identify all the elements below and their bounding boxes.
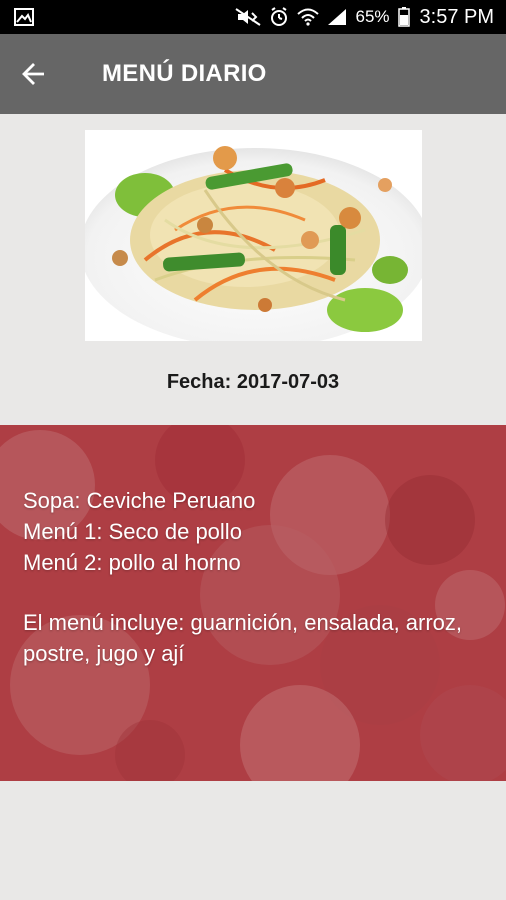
dish-photo (85, 130, 422, 341)
menu-option-2: Menú 2: pollo al horno (23, 550, 241, 575)
main-content: Fecha: 2017-07-03 Sopa: Ceviche Peruano … (0, 114, 506, 900)
status-time: 3:57 PM (419, 5, 494, 28)
menu-details: Sopa: Ceviche Peruano Menú 1: Seco de po… (23, 485, 493, 669)
battery-icon (397, 7, 410, 27)
menu-includes: El menú incluye: guarnición, ensalada, a… (23, 610, 463, 666)
menu-date: Fecha: 2017-07-03 (166, 371, 340, 393)
arrow-back-icon (22, 63, 44, 85)
mute-icon (235, 8, 262, 26)
soup-item: Sopa: Ceviche Peruano (23, 488, 256, 513)
app-bar: MENÚ DIARIO (0, 34, 506, 114)
back-button[interactable] (14, 54, 54, 94)
page-title: MENÚ DIARIO (102, 60, 267, 87)
alarm-icon (269, 7, 289, 27)
status-bar: 65% 3:57 PM (0, 0, 506, 34)
image-icon (14, 8, 34, 26)
signal-icon (327, 8, 347, 26)
wifi-icon (297, 8, 320, 26)
menu-option-1: Menú 1: Seco de pollo (23, 519, 242, 544)
battery-percent: 65% (355, 7, 390, 26)
menu-panel: Sopa: Ceviche Peruano Menú 1: Seco de po… (0, 425, 506, 781)
